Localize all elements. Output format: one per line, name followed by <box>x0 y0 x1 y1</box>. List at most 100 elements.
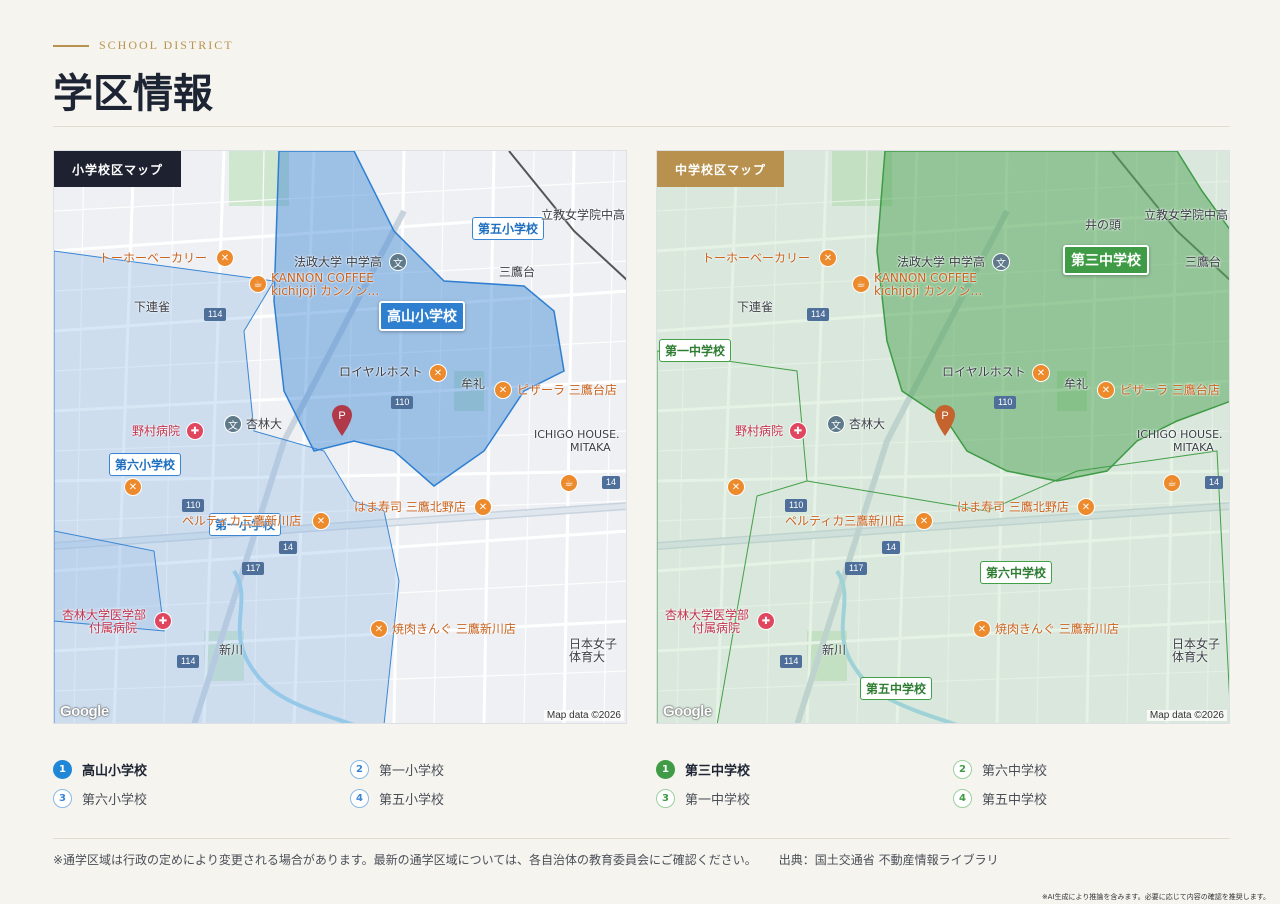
route-marker: 114 <box>177 655 200 668</box>
legend-number: 2 <box>350 760 369 779</box>
school-tag[interactable]: 第六小学校 <box>109 453 182 476</box>
restaurant-icon[interactable]: ✕ <box>124 478 142 496</box>
cafe-icon[interactable]: ☕ <box>1163 474 1181 492</box>
school-icon[interactable]: 文 <box>992 253 1010 271</box>
place-label: 体育大 <box>569 650 606 664</box>
route-marker: 14 <box>1205 476 1224 489</box>
junior-high-district-map[interactable]: 中学校区マップ 第三中学校 第一中学校 第六中学校 第五中学校 トーホーベーカリ… <box>656 150 1230 724</box>
legend-item[interactable]: 2 第一小学校 <box>350 760 444 779</box>
route-marker: 14 <box>882 541 901 554</box>
place-label: 下連雀 <box>134 300 171 314</box>
place-label: トーホーベーカリー <box>99 251 208 265</box>
map-pin-icon[interactable]: P <box>933 403 957 437</box>
place-label: 立教女学院中高 <box>1144 208 1229 222</box>
eyebrow-text: SCHOOL DISTRICT <box>99 38 234 52</box>
place-label: 焼肉きんぐ 三鷹新川店 <box>995 622 1119 636</box>
legend-item[interactable]: 1 高山小学校 <box>53 760 147 779</box>
place-label: ペルティカ三鷹新川店 <box>785 514 905 528</box>
svg-text:P: P <box>338 410 345 422</box>
google-logo: Google <box>663 703 712 720</box>
eyebrow-line <box>53 44 89 47</box>
section-eyebrow: SCHOOL DISTRICT <box>53 38 234 53</box>
legend-number: 4 <box>350 789 369 808</box>
route-marker: 14 <box>602 476 621 489</box>
restaurant-icon[interactable]: ✕ <box>216 249 234 267</box>
restaurant-icon[interactable]: ✕ <box>727 478 745 496</box>
map-attribution[interactable]: Map data ©2026 <box>543 710 624 721</box>
legend-item[interactable]: 4 第五中学校 <box>953 789 1047 808</box>
legend-item[interactable]: 3 第六小学校 <box>53 789 147 808</box>
place-label: ロイヤルホスト <box>339 365 423 379</box>
map-attribution[interactable]: Map data ©2026 <box>1146 710 1227 721</box>
place-label: 野村病院 <box>735 424 784 438</box>
route-marker: 110 <box>994 396 1017 409</box>
legend-item[interactable]: 4 第五小学校 <box>350 789 444 808</box>
route-marker: 117 <box>242 562 265 575</box>
restaurant-icon[interactable]: ✕ <box>312 512 330 530</box>
place-label: ロイヤルホスト <box>942 365 1026 379</box>
place-label: 立教女学院中高 <box>541 208 626 222</box>
svg-text:P: P <box>941 410 948 422</box>
legend-label: 第五中学校 <box>982 793 1048 808</box>
place-label: 焼肉きんぐ 三鷹新川店 <box>392 622 516 636</box>
legend-item[interactable]: 2 第六中学校 <box>953 760 1047 779</box>
map-badge: 中学校区マップ <box>657 151 785 187</box>
school-tag-primary[interactable]: 第三中学校 <box>1063 245 1149 275</box>
restaurant-icon[interactable]: ✕ <box>973 620 991 638</box>
restaurant-icon[interactable]: ✕ <box>1077 498 1095 516</box>
hospital-icon[interactable]: ✚ <box>186 422 204 440</box>
place-label: 付属病院 <box>692 621 741 635</box>
legend-label: 第六中学校 <box>982 764 1048 779</box>
school-icon[interactable]: 文 <box>827 415 845 433</box>
legend-item[interactable]: 1 第三中学校 <box>656 760 750 779</box>
place-label: 三鷹台 <box>1185 255 1222 269</box>
school-tag[interactable]: 第六中学校 <box>980 561 1053 584</box>
legend-label: 第五小学校 <box>379 793 445 808</box>
place-label: はま寿司 三鷹北野店 <box>957 500 1069 514</box>
route-marker: 114 <box>204 308 227 321</box>
restaurant-icon[interactable]: ✕ <box>819 249 837 267</box>
route-marker: 114 <box>807 308 830 321</box>
place-label: ICHIGO HOUSE. <box>534 428 620 441</box>
district-change-note: ※通学区域は行政の定めにより変更される場合があります。最新の通学区域については、… <box>53 853 757 867</box>
restaurant-icon[interactable]: ✕ <box>1032 364 1050 382</box>
school-tag-primary[interactable]: 高山小学校 <box>379 301 465 331</box>
route-marker: 14 <box>279 541 298 554</box>
place-label: 法政大学 中学高 <box>294 255 382 269</box>
place-label: はま寿司 三鷹北野店 <box>354 500 466 514</box>
map-badge: 小学校区マップ <box>54 151 182 187</box>
place-label: ペルティカ三鷹新川店 <box>182 514 302 528</box>
restaurant-icon[interactable]: ✕ <box>494 381 512 399</box>
school-tag[interactable]: 第五中学校 <box>860 677 933 700</box>
place-label: MITAKA <box>1173 441 1214 454</box>
restaurant-icon[interactable]: ✕ <box>429 364 447 382</box>
place-label: 杏林大 <box>246 417 283 431</box>
legend-item[interactable]: 3 第一中学校 <box>656 789 750 808</box>
map-pin-icon[interactable]: P <box>330 403 354 437</box>
cafe-icon[interactable]: ☕ <box>852 275 870 293</box>
school-tag[interactable]: 第五小学校 <box>472 217 545 240</box>
route-marker: 110 <box>182 499 205 512</box>
legend-label: 第六小学校 <box>82 793 148 808</box>
route-marker: 117 <box>845 562 868 575</box>
hospital-icon[interactable]: ✚ <box>154 612 172 630</box>
restaurant-icon[interactable]: ✕ <box>915 512 933 530</box>
legend-number: 3 <box>656 789 675 808</box>
cafe-icon[interactable]: ☕ <box>249 275 267 293</box>
school-icon[interactable]: 文 <box>389 253 407 271</box>
route-marker: 110 <box>391 396 414 409</box>
hospital-icon[interactable]: ✚ <box>789 422 807 440</box>
restaurant-icon[interactable]: ✕ <box>1097 381 1115 399</box>
legend-number: 1 <box>53 760 72 779</box>
cafe-icon[interactable]: ☕ <box>560 474 578 492</box>
restaurant-icon[interactable]: ✕ <box>370 620 388 638</box>
legend-number: 4 <box>953 789 972 808</box>
elementary-school-district-map[interactable]: 小学校区マップ 高山小学校 第五小学校 第六小学校 第一小学校 トーホーベーカリ… <box>53 150 627 724</box>
place-label: 下連雀 <box>737 300 774 314</box>
school-tag[interactable]: 第一中学校 <box>659 339 732 362</box>
data-source: 出典：国土交通省 不動産情報ライブラリ <box>778 853 999 867</box>
school-icon[interactable]: 文 <box>224 415 242 433</box>
hospital-icon[interactable]: ✚ <box>757 612 775 630</box>
legend-label: 高山小学校 <box>82 764 148 779</box>
restaurant-icon[interactable]: ✕ <box>474 498 492 516</box>
